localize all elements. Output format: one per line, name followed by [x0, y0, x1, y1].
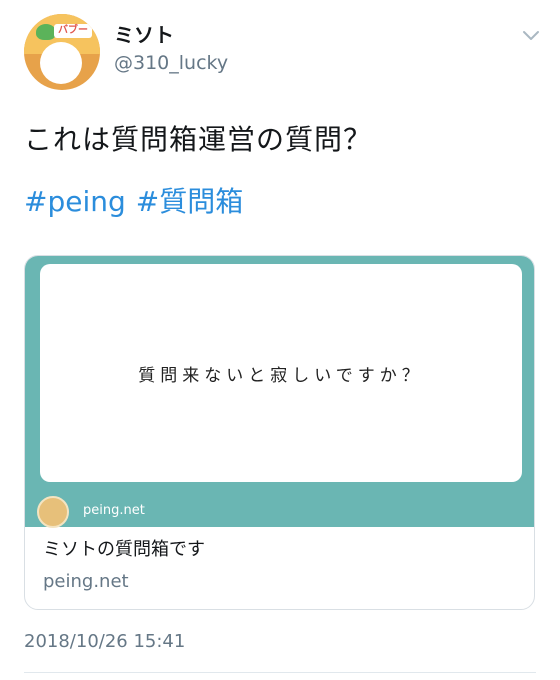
card-domain: peing.net [43, 571, 129, 592]
link-card[interactable]: 質問来ないと寂しいですか？ peing.net ミソトの質問箱です peing.… [24, 255, 535, 610]
card-title[interactable]: ミソトの質問箱です [43, 538, 205, 562]
user-handle[interactable]: @310_lucky [114, 50, 228, 76]
media-domain: peing.net [83, 503, 145, 518]
avatar-badge: バブー [54, 24, 92, 38]
tweet-text: これは質問箱運営の質問？ [24, 123, 373, 156]
frog-icon [36, 24, 56, 40]
peing-logo-icon [37, 496, 69, 528]
hashtag-link[interactable]: #peing [24, 185, 126, 218]
card-media[interactable]: 質問来ないと寂しいですか？ peing.net [25, 256, 534, 528]
tweet: バブー ミソト @310_lucky これは質問箱運営の質問？ #peing #質… [0, 0, 560, 680]
hashtag-link[interactable]: #質問箱 [136, 185, 243, 218]
chevron-down-icon[interactable] [522, 30, 540, 42]
divider [24, 672, 536, 673]
hashtags: #peing #質問箱 [24, 182, 253, 222]
question-panel: 質問来ないと寂しいですか？ [40, 264, 522, 482]
bunny-icon [40, 42, 82, 84]
avatar[interactable]: バブー [24, 14, 100, 90]
question-text: 質問来ないと寂しいですか？ [138, 365, 424, 386]
display-name[interactable]: ミソト [114, 22, 174, 48]
timestamp[interactable]: 2018/10/26 15:41 [24, 630, 185, 654]
